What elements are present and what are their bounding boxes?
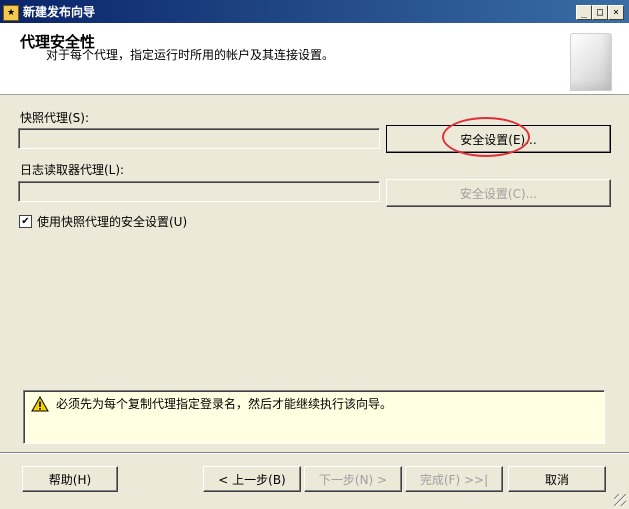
wizard-header: 代理安全性 对于每个代理，指定运行时所用的帐户及其连接设置。 <box>0 23 629 95</box>
log-reader-agent-label: 日志读取器代理(L): <box>20 163 125 177</box>
next-button[interactable]: 下一步(N) > <box>304 466 402 492</box>
use-snapshot-settings-checkbox[interactable]: ✔ <box>19 215 32 228</box>
help-button[interactable]: 帮助(H) <box>22 466 118 492</box>
warning-text: 必须先为每个复制代理指定登录名，然后才能继续执行该向导。 <box>56 397 393 411</box>
page-subtitle: 对于每个代理，指定运行时所用的帐户及其连接设置。 <box>46 48 335 62</box>
snapshot-agent-field[interactable] <box>18 128 380 149</box>
warning-icon <box>31 396 49 412</box>
resize-grip-icon[interactable] <box>614 494 626 506</box>
wizard-body: 快照代理(S): 安全设置(E)... 日志读取器代理(L): 安全设置(C).… <box>0 95 629 509</box>
use-snapshot-settings-label[interactable]: 使用快照代理的安全设置(U) <box>37 213 187 230</box>
snapshot-agent-label: 快照代理(S): <box>20 111 90 125</box>
snapshot-security-settings-button[interactable]: 安全设置(E)... <box>386 125 611 153</box>
finish-button[interactable]: 完成(F) >>| <box>405 466 503 492</box>
log-reader-security-settings-button[interactable]: 安全设置(C)... <box>386 179 611 207</box>
minimize-button[interactable]: _ <box>576 5 592 20</box>
maximize-button[interactable]: □ <box>592 5 608 20</box>
log-reader-agent-field[interactable] <box>18 181 380 202</box>
warning-box: 必须先为每个复制代理指定登录名，然后才能继续执行该向导。 <box>23 390 605 444</box>
cancel-button[interactable]: 取消 <box>508 466 606 492</box>
app-icon: ★ <box>3 5 19 21</box>
footer-divider <box>0 452 629 454</box>
back-button[interactable]: < 上一步(B) <box>203 466 301 492</box>
close-button[interactable]: × <box>608 5 624 20</box>
wizard-graphic-icon <box>570 33 612 91</box>
window-title: 新建发布向导 <box>23 5 96 19</box>
